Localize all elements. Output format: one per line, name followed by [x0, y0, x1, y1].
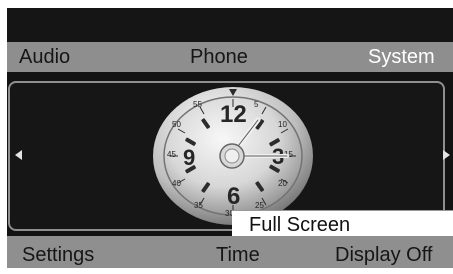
- clock-tick-25: 25: [255, 201, 264, 210]
- menu-item-phone[interactable]: Phone: [190, 46, 248, 69]
- status-area: [7, 8, 453, 42]
- bottom-menu-bar: Settings Time Display Off: [7, 236, 453, 268]
- main-menu-bar: Audio Phone System: [7, 42, 453, 72]
- full-screen-label: Full Screen: [249, 214, 351, 236]
- clock-tick-10: 10: [278, 120, 287, 129]
- right-arrow-icon[interactable]: [443, 150, 450, 160]
- clock-numeral-6: 6: [227, 183, 240, 210]
- menu-item-display-off[interactable]: Display Off: [335, 244, 432, 267]
- screen: Audio Phone System 55 5 10 15 20 25 30 3…: [0, 0, 453, 274]
- menu-item-settings[interactable]: Settings: [22, 244, 94, 267]
- menu-item-time[interactable]: Time: [216, 244, 260, 267]
- clock-tick-5: 5: [254, 100, 259, 109]
- full-screen-option[interactable]: Full Screen: [232, 210, 453, 236]
- left-arrow-icon[interactable]: [15, 150, 22, 160]
- clock-tick-45: 45: [167, 150, 176, 159]
- menu-item-audio[interactable]: Audio: [19, 46, 70, 69]
- clock-tick-55: 55: [193, 100, 202, 109]
- analog-clock: 55 5 10 15 20 25 30 35 40 45 50 12 6 9: [153, 87, 313, 225]
- clock-tick-40: 40: [172, 179, 181, 188]
- clock-numeral-9: 9: [183, 145, 195, 170]
- clock-numeral-12: 12: [220, 101, 247, 128]
- clock-tick-50: 50: [172, 120, 181, 129]
- menu-item-system[interactable]: System: [368, 46, 435, 69]
